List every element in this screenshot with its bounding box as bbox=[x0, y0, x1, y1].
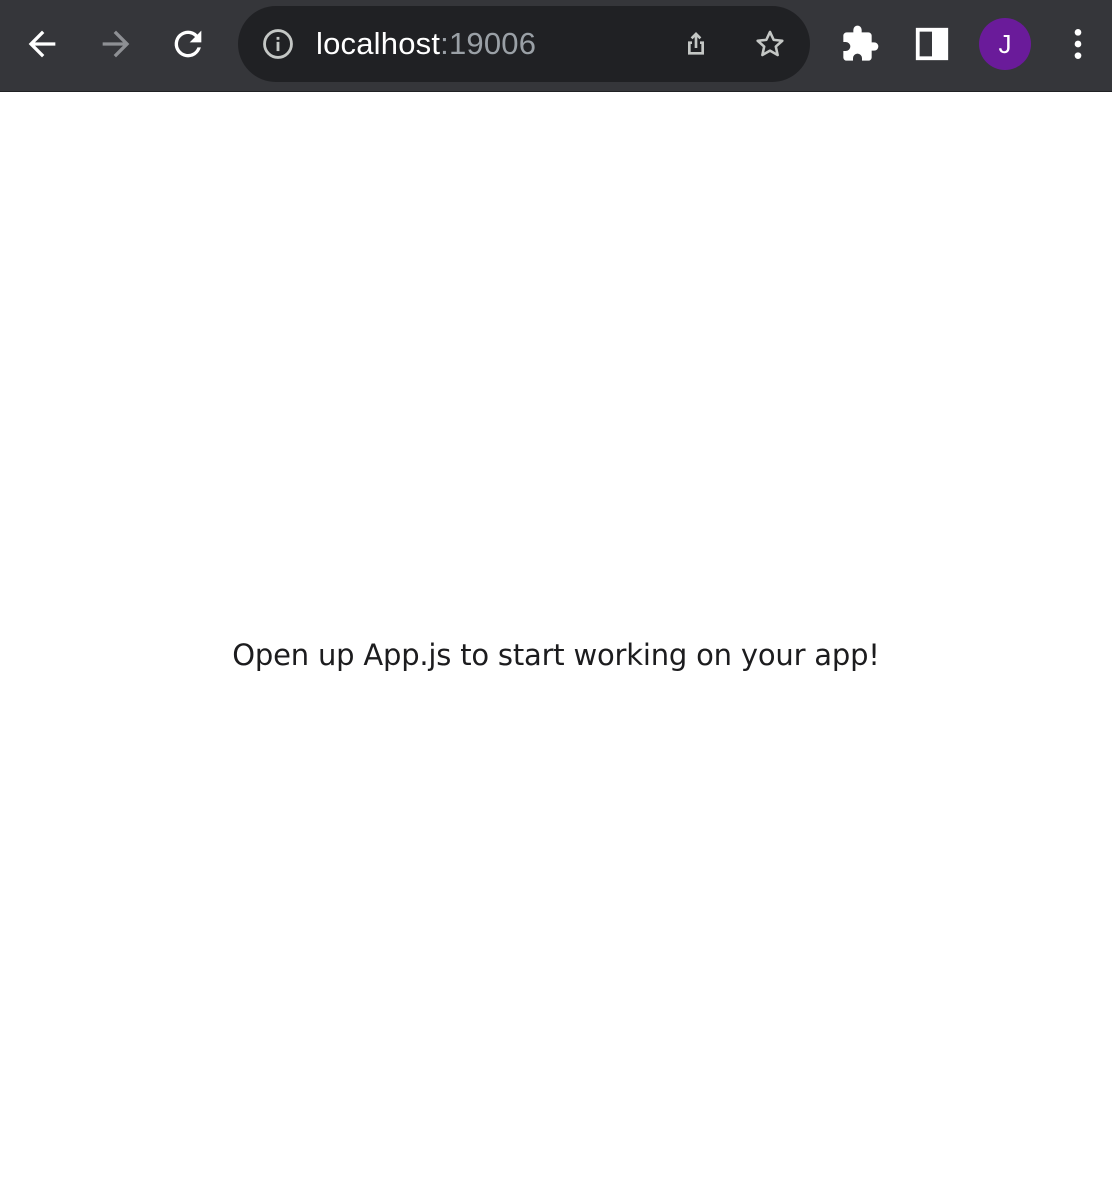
kebab-menu-icon bbox=[1074, 29, 1082, 59]
site-info-button[interactable] bbox=[260, 26, 296, 62]
address-bar[interactable]: localhost:19006 bbox=[238, 6, 810, 82]
url-port: :19006 bbox=[440, 26, 537, 61]
browser-toolbar: localhost:19006 J bbox=[0, 0, 1112, 92]
extensions-button[interactable] bbox=[836, 20, 884, 68]
forward-button[interactable] bbox=[92, 20, 140, 68]
reload-icon bbox=[174, 30, 202, 58]
url-host: localhost bbox=[316, 26, 441, 61]
side-panel-button[interactable] bbox=[908, 20, 956, 68]
star-icon bbox=[756, 30, 784, 57]
side-panel-icon bbox=[915, 27, 949, 61]
reload-button[interactable] bbox=[164, 20, 212, 68]
profile-avatar[interactable]: J bbox=[979, 18, 1031, 70]
page-content: Open up App.js to start working on your … bbox=[0, 92, 1112, 1202]
info-circle-icon bbox=[263, 29, 293, 59]
arrow-left-icon bbox=[28, 30, 56, 58]
share-icon bbox=[688, 32, 704, 55]
app-message: Open up App.js to start working on your … bbox=[232, 638, 880, 672]
bookmark-button[interactable] bbox=[746, 22, 794, 66]
browser-menu-button[interactable] bbox=[1054, 20, 1102, 68]
share-button[interactable] bbox=[672, 22, 720, 66]
arrow-right-icon bbox=[102, 30, 130, 58]
back-button[interactable] bbox=[18, 20, 66, 68]
url-text[interactable]: localhost:19006 bbox=[316, 24, 536, 64]
puzzle-icon bbox=[843, 25, 879, 61]
